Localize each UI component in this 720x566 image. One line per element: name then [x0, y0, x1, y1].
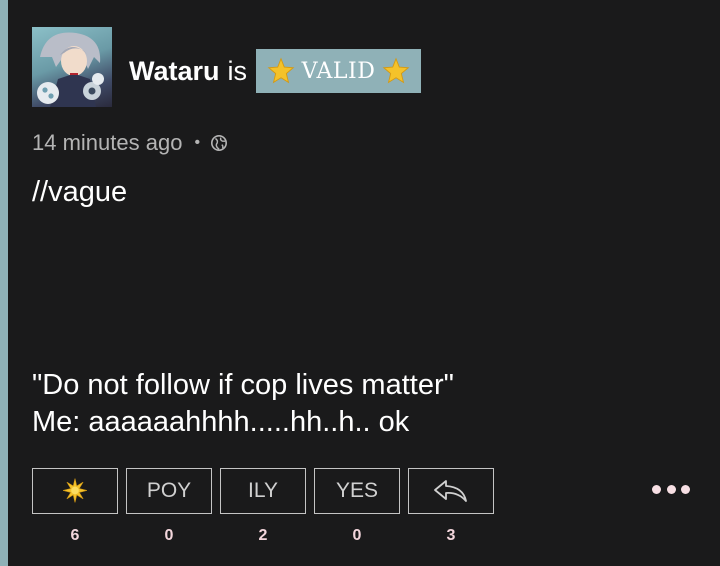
avatar-image	[37, 32, 104, 107]
status-badge-label: VALID	[301, 58, 376, 84]
more-icon	[652, 484, 661, 494]
reaction-count: 3	[446, 527, 456, 544]
more-options-button[interactable]	[652, 479, 690, 499]
author-name[interactable]: Wataru	[129, 56, 220, 87]
reaction-yes-button[interactable]: YES	[314, 468, 400, 514]
post-header: Wataru is VALID	[129, 49, 422, 93]
more-icon	[681, 484, 690, 494]
reaction-count: 0	[164, 527, 174, 544]
reblog-button[interactable]	[408, 468, 494, 514]
more-icon	[666, 484, 676, 494]
reaction-count: 2	[258, 527, 268, 544]
post-text-line: Me: aaaaaahhhh.....hh..h.. ok	[32, 406, 410, 438]
reaction-poy-button[interactable]: POY	[126, 468, 212, 514]
reaction-star-button[interactable]	[32, 468, 118, 514]
post-meta: 14 minutes ago •	[32, 128, 228, 158]
reaction-ily-button[interactable]: ILY	[220, 468, 306, 514]
star-icon	[267, 57, 295, 84]
star-icon	[63, 478, 87, 503]
star-icon	[382, 57, 410, 84]
post-text-line: //vague	[32, 176, 128, 208]
reply-icon	[434, 480, 467, 502]
status-verb: is	[227, 55, 248, 86]
left-accent-bar	[0, 0, 8, 566]
reaction-count: 6	[70, 527, 80, 544]
status-badge: VALID	[256, 49, 422, 93]
meta-separator: •	[194, 134, 201, 151]
globe-icon	[211, 134, 228, 152]
timestamp[interactable]: 14 minutes ago	[32, 130, 182, 156]
reaction-count: 0	[352, 527, 362, 544]
post-text-line: "Do not follow if cop lives matter"	[32, 369, 454, 401]
avatar[interactable]	[32, 27, 112, 107]
